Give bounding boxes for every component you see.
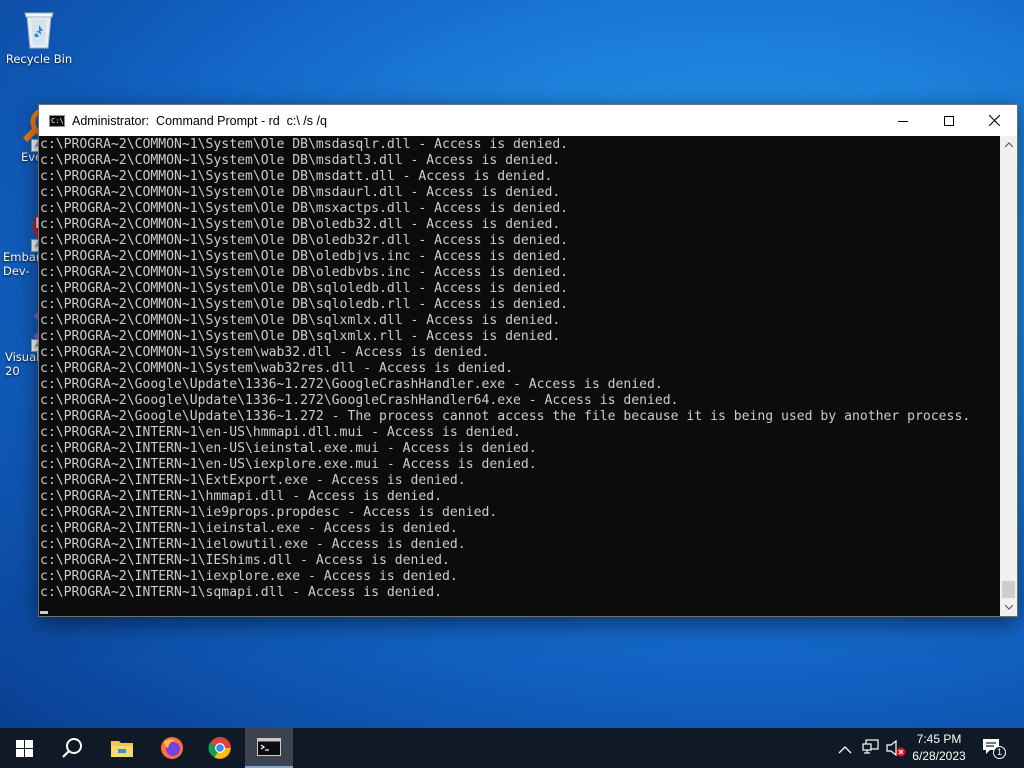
recycle-bin-icon — [19, 8, 59, 49]
search-icon — [62, 738, 82, 758]
console-line: c:\PROGRA~2\COMMON~1\System\Ole DB\msdas… — [40, 137, 569, 152]
maximize-button[interactable] — [926, 105, 972, 136]
console-line: c:\PROGRA~2\INTERN~1\ielowutil.exe - Acc… — [40, 537, 466, 552]
start-button[interactable] — [0, 728, 48, 768]
close-button[interactable] — [971, 105, 1017, 136]
console-line: c:\PROGRA~2\COMMON~1\System\Ole DB\msdat… — [40, 169, 553, 184]
console-line: c:\PROGRA~2\INTERN~1\ExtExport.exe - Acc… — [40, 473, 466, 488]
volume-button[interactable] — [886, 739, 906, 757]
console-line: c:\PROGRA~2\INTERN~1\sqmapi.dll - Access… — [40, 585, 443, 600]
minimize-button[interactable] — [880, 105, 926, 136]
scroll-down-button[interactable] — [1000, 599, 1017, 616]
text-cursor — [40, 611, 48, 614]
console-line: c:\PROGRA~2\INTERN~1\en-US\ieinstal.exe.… — [40, 441, 537, 456]
notification-count: 1 — [996, 747, 1002, 757]
taskbar-clock[interactable]: 7:45 PM 6/28/2023 — [906, 731, 972, 765]
maximize-icon — [944, 115, 954, 126]
console-line: c:\PROGRA~2\COMMON~1\System\wab32.dll - … — [40, 345, 490, 360]
console-line: c:\PROGRA~2\COMMON~1\System\Ole DB\sqlol… — [40, 281, 569, 296]
console-line: c:\PROGRA~2\COMMON~1\System\Ole DB\oledb… — [40, 265, 569, 280]
command-prompt-window[interactable]: C:\ Administrator: Command Prompt - rd c… — [38, 104, 1018, 617]
console-lines: c:\PROGRA~2\COMMON~1\System\Ole DB\msdas… — [40, 137, 970, 601]
console-output[interactable]: c:\PROGRA~2\COMMON~1\System\Ole DB\msdas… — [39, 136, 1000, 616]
volume-muted-icon — [886, 739, 906, 757]
chevron-up-icon — [1004, 142, 1013, 147]
taskbar-chrome-button[interactable] — [196, 728, 244, 768]
desktop: Recycle Bin ↗ Every D ↗ Embar Dev- — [0, 0, 1024, 728]
close-icon — [988, 115, 1000, 126]
taskbar: 7:45 PM 6/28/2023 1 — [0, 728, 1024, 768]
taskbar-command-prompt-button[interactable] — [245, 728, 293, 768]
window-titlebar[interactable]: C:\ Administrator: Command Prompt - rd c… — [39, 105, 1017, 136]
minimize-icon — [898, 120, 908, 122]
show-hidden-icons-button[interactable] — [838, 740, 854, 756]
console-line: c:\PROGRA~2\COMMON~1\System\Ole DB\oledb… — [40, 233, 569, 248]
desktop-icon-label: Recycle Bin — [5, 52, 73, 66]
console-line: c:\PROGRA~2\COMMON~1\System\Ole DB\oledb… — [40, 249, 569, 264]
console-line: c:\PROGRA~2\INTERN~1\IEShims.dll - Acces… — [40, 553, 450, 568]
console-line: c:\PROGRA~2\COMMON~1\System\wab32res.dll… — [40, 361, 513, 376]
chevron-down-icon — [1004, 605, 1013, 610]
console-line: c:\PROGRA~2\COMMON~1\System\Ole DB\sqlol… — [40, 297, 569, 312]
command-prompt-icon — [257, 738, 281, 756]
console-line: c:\PROGRA~2\INTERN~1\en-US\hmmapi.dll.mu… — [40, 425, 521, 440]
network-icon — [862, 739, 879, 754]
desktop-icon-recycle-bin[interactable]: Recycle Bin — [1, 8, 77, 66]
chrome-icon — [208, 737, 231, 759]
console-line: c:\PROGRA~2\INTERN~1\hmmapi.dll - Access… — [40, 489, 443, 504]
console-line: c:\PROGRA~2\COMMON~1\System\Ole DB\msxac… — [40, 201, 569, 216]
cmd-window-icon[interactable]: C:\ — [49, 114, 65, 127]
vertical-scrollbar[interactable] — [1000, 136, 1017, 616]
notification-count-badge: 1 — [993, 746, 1006, 759]
console-line: c:\PROGRA~2\INTERN~1\ieinstal.exe - Acce… — [40, 521, 458, 536]
console-line: c:\PROGRA~2\Google\Update\1336~1.272\Goo… — [40, 393, 679, 408]
taskbar-firefox-button[interactable] — [148, 728, 196, 768]
scrollbar-thumb[interactable] — [1002, 581, 1015, 598]
clock-time: 7:45 PM — [916, 732, 962, 746]
network-button[interactable] — [862, 739, 880, 757]
firefox-icon — [161, 737, 183, 759]
show-hidden-icons-chevron-icon — [838, 746, 852, 754]
file-explorer-icon — [111, 741, 133, 757]
console-line: c:\PROGRA~2\COMMON~1\System\Ole DB\sqlxm… — [40, 313, 561, 328]
scroll-up-button[interactable] — [1000, 136, 1017, 153]
console-line: c:\PROGRA~2\INTERN~1\iexplore.exe - Acce… — [40, 569, 458, 584]
console-line: c:\PROGRA~2\COMMON~1\System\Ole DB\msdat… — [40, 153, 561, 168]
console-line: c:\PROGRA~2\Google\Update\1336~1.272 - T… — [40, 409, 971, 424]
console-line: c:\PROGRA~2\INTERN~1\ie9props.propdesc -… — [40, 505, 498, 520]
console-line: c:\PROGRA~2\COMMON~1\System\Ole DB\msdau… — [40, 185, 561, 200]
taskbar-search-button[interactable] — [48, 728, 96, 768]
console-line: c:\PROGRA~2\INTERN~1\en-US\iexplore.exe.… — [40, 457, 537, 472]
window-title: Administrator: Command Prompt - rd c:\ /… — [72, 113, 327, 128]
clock-date: 6/28/2023 — [912, 749, 966, 763]
taskbar-file-explorer-button[interactable] — [98, 728, 146, 768]
console-line: c:\PROGRA~2\COMMON~1\System\Ole DB\oledb… — [40, 217, 561, 232]
console-line: c:\PROGRA~2\COMMON~1\System\Ole DB\sqlxm… — [40, 329, 561, 344]
console-line: c:\PROGRA~2\Google\Update\1336~1.272\Goo… — [40, 377, 663, 392]
windows-start-icon — [15, 739, 33, 757]
action-center-button[interactable]: 1 — [980, 737, 1008, 759]
